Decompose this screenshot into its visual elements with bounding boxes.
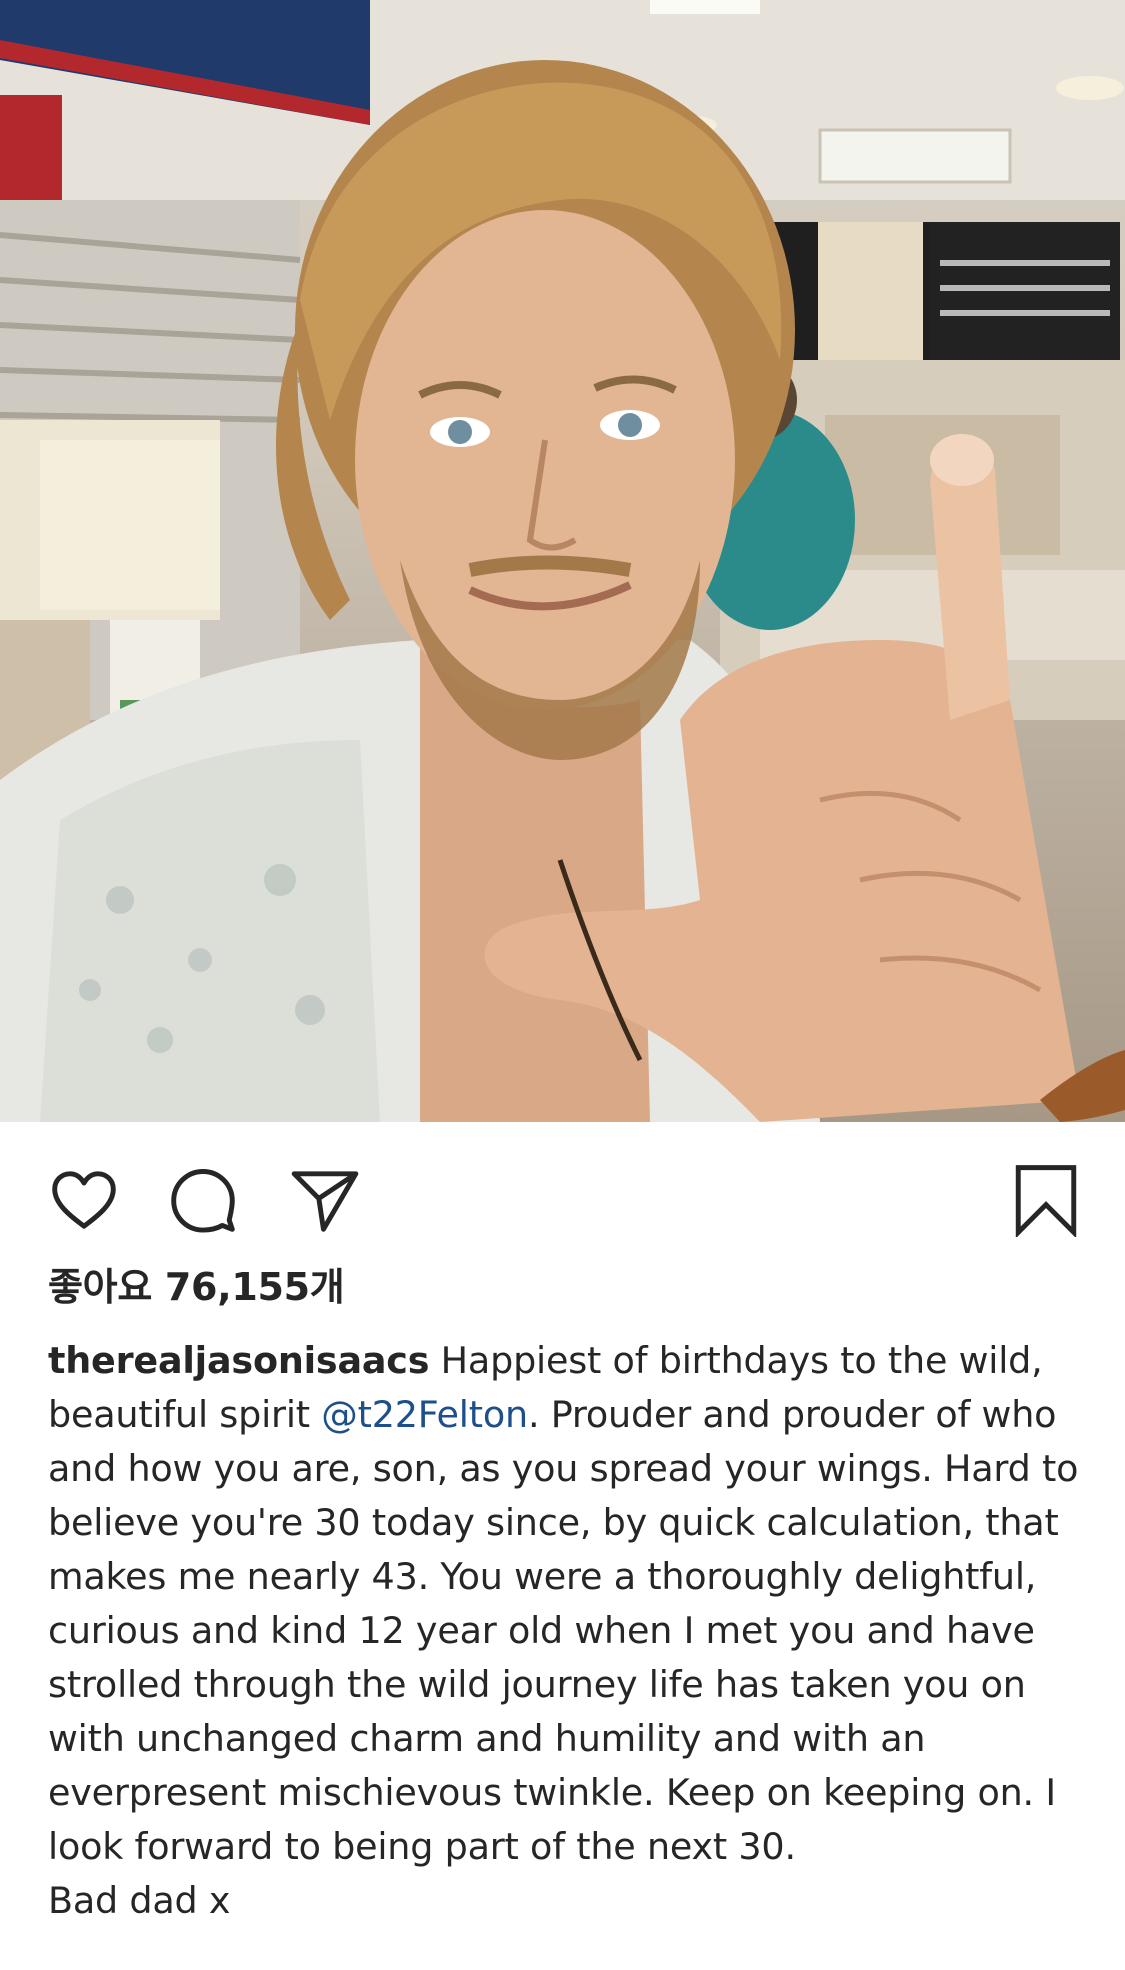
caption-signoff: Bad dad x bbox=[48, 1879, 231, 1922]
caption-mention-link[interactable]: @t22Felton bbox=[321, 1393, 528, 1436]
post-caption: therealjasonisaacs Happiest of birthdays… bbox=[48, 1334, 1088, 1928]
post-action-bar bbox=[0, 1150, 1125, 1240]
caption-text-part-2: . Prouder and prouder of who and how you… bbox=[48, 1393, 1079, 1868]
save-button[interactable] bbox=[1006, 1160, 1086, 1240]
instagram-post: 좋아요 76,155개 therealjasonisaacs Happiest … bbox=[0, 0, 1125, 1970]
speech-bubble-icon bbox=[171, 1169, 235, 1233]
post-photo-illustration bbox=[0, 0, 1125, 1122]
paper-plane-icon bbox=[291, 1171, 359, 1232]
caption-username[interactable]: therealjasonisaacs bbox=[48, 1339, 429, 1382]
post-photo[interactable] bbox=[0, 0, 1125, 1122]
share-button[interactable] bbox=[285, 1160, 365, 1240]
likes-count[interactable]: 좋아요 76,155개 bbox=[48, 1256, 345, 1311]
comment-button[interactable] bbox=[163, 1160, 243, 1240]
bookmark-icon bbox=[1015, 1165, 1077, 1237]
heart-outline-icon bbox=[52, 1171, 116, 1229]
like-button[interactable] bbox=[44, 1160, 124, 1240]
